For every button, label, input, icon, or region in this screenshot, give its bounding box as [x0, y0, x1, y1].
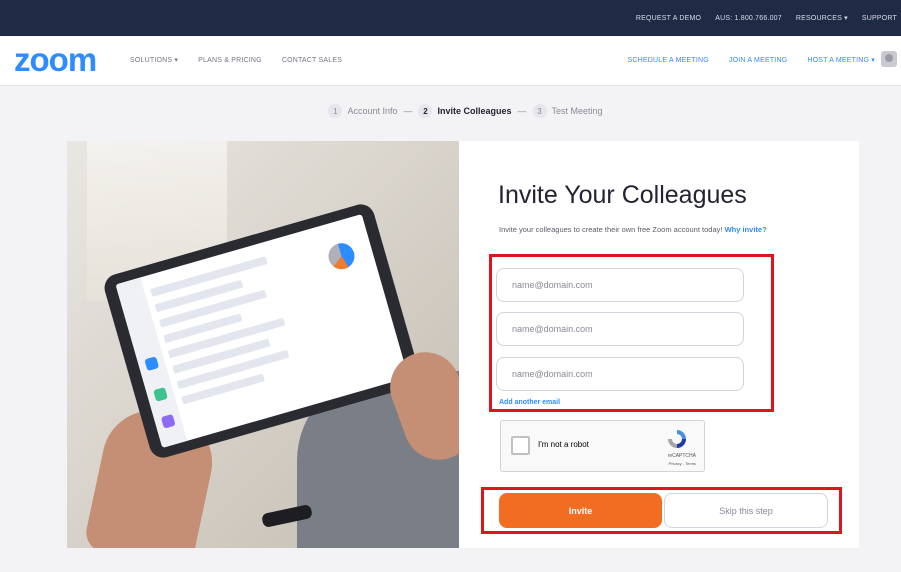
invite-description: Invite your colleagues to create their o…: [499, 225, 767, 234]
nav-solutions[interactable]: SOLUTIONS ▾: [130, 56, 178, 64]
step-label: Invite Colleagues: [437, 106, 512, 116]
step-number: 2: [418, 104, 433, 118]
support-link[interactable]: SUPPORT: [862, 15, 897, 22]
request-demo-link[interactable]: REQUEST A DEMO: [636, 15, 701, 22]
phone-number-link[interactable]: AUS: 1.800.766.007: [715, 15, 782, 22]
recaptcha-logo-icon: [668, 430, 686, 448]
step-number: 3: [532, 104, 547, 118]
add-another-email-link[interactable]: Add another email: [499, 399, 560, 406]
recaptcha-privacy-links[interactable]: Privacy - Terms: [669, 461, 696, 466]
user-avatar-icon[interactable]: [881, 51, 897, 67]
step-label: Test Meeting: [551, 106, 603, 116]
page-title: Invite Your Colleagues: [498, 181, 747, 209]
step-separator: —: [403, 106, 413, 116]
step-account-info: 1 Account Info: [328, 104, 397, 118]
recaptcha-widget: I'm not a robot reCAPTCHA Privacy - Term…: [500, 420, 705, 472]
recaptcha-checkbox[interactable]: [511, 436, 530, 455]
skip-step-button[interactable]: Skip this step: [664, 493, 828, 528]
nav-host-meeting[interactable]: HOST A MEETING ▾: [807, 56, 875, 64]
recaptcha-label: I'm not a robot: [538, 440, 589, 449]
resources-menu[interactable]: RESOURCES ▾: [796, 14, 848, 22]
email-field-3[interactable]: [496, 357, 744, 391]
nav-join-meeting[interactable]: JOIN A MEETING: [729, 57, 787, 64]
top-utility-bar: REQUEST A DEMO AUS: 1.800.766.007 RESOUR…: [0, 0, 901, 36]
email-field-1[interactable]: [496, 268, 744, 302]
nav-plans-pricing[interactable]: PLANS & PRICING: [198, 57, 262, 64]
step-separator: —: [517, 106, 527, 116]
utility-links: REQUEST A DEMO AUS: 1.800.766.007 RESOUR…: [636, 0, 901, 36]
step-label: Account Info: [347, 106, 398, 116]
step-invite-colleagues: 2 Invite Colleagues: [418, 104, 512, 118]
pie-chart-icon: [325, 240, 358, 273]
invite-form-panel: Invite Your Colleagues Invite your colle…: [459, 141, 859, 548]
invite-button[interactable]: Invite: [499, 493, 662, 528]
meeting-nav: SCHEDULE A MEETING JOIN A MEETING HOST A…: [628, 36, 875, 84]
email-field-2[interactable]: [496, 312, 744, 346]
recaptcha-brand: reCAPTCHA: [667, 453, 696, 459]
signup-progress-steps: 1 Account Info — 2 Invite Colleagues — 3…: [0, 104, 901, 118]
main-header: zoom SOLUTIONS ▾ PLANS & PRICING CONTACT…: [0, 36, 901, 86]
why-invite-link[interactable]: Why invite?: [725, 225, 767, 234]
step-number: 1: [328, 104, 343, 118]
zoom-logo[interactable]: zoom: [14, 42, 97, 78]
nav-schedule-meeting[interactable]: SCHEDULE A MEETING: [628, 57, 709, 64]
step-test-meeting: 3 Test Meeting: [532, 104, 603, 118]
tablet-photo: [67, 141, 459, 548]
nav-contact-sales[interactable]: CONTACT SALES: [282, 57, 342, 64]
primary-nav: SOLUTIONS ▾ PLANS & PRICING CONTACT SALE…: [130, 36, 342, 84]
invite-description-text: Invite your colleagues to create their o…: [499, 225, 723, 234]
